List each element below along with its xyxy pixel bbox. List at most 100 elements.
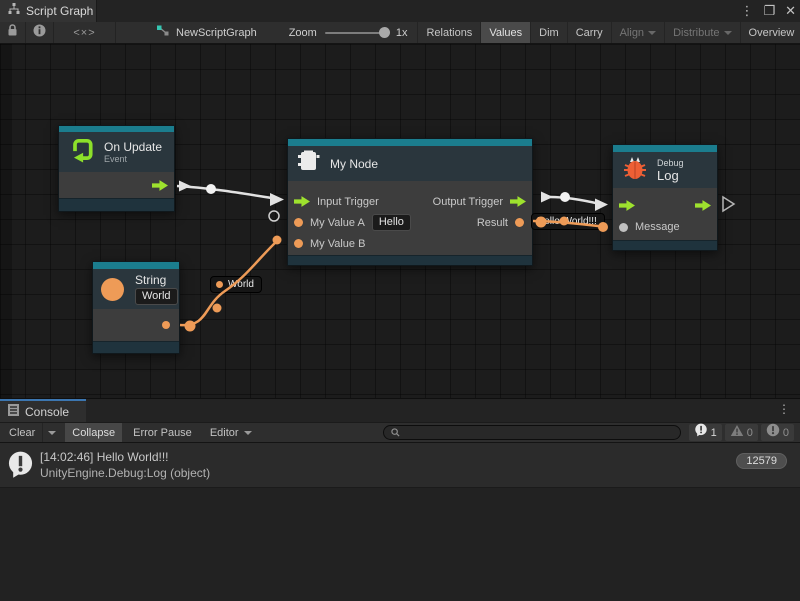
info-count-toggle[interactable]: 1 [689,424,722,441]
values-button[interactable]: Values [480,22,530,44]
node-on-update-event[interactable]: On Update Event [58,125,175,212]
console-panel: Console ⋮ Clear Collapse Error Pause Edi… [0,398,800,600]
port-label: Output Trigger [433,196,503,208]
value-b-port[interactable] [294,239,303,248]
log-message-icon [0,451,40,479]
zoom-control: Zoom 1x [289,27,408,39]
message-port[interactable] [619,223,628,232]
string-value-field[interactable]: World [135,288,178,305]
tab-console[interactable]: Console [0,401,86,422]
search-icon [391,424,400,442]
collapse-button[interactable]: Collapse [65,423,122,442]
graph-reference-button[interactable]: NewScriptGraph [156,24,257,42]
node-footer [613,240,717,250]
info-button[interactable] [26,22,54,44]
script-graph-asset-icon [156,24,170,42]
title-bar: Script Graph ⋮ ❐ ✕ [0,0,800,22]
zoom-slider[interactable] [325,32,387,34]
distribute-dropdown[interactable]: Distribute [664,22,739,44]
console-empty-area[interactable] [0,488,800,601]
string-output-port[interactable] [162,321,170,329]
output-trigger-port[interactable] [510,196,526,207]
overview-button[interactable]: Overview [740,22,800,44]
zoom-slider-handle[interactable] [379,27,390,38]
input-trigger-port[interactable] [294,196,310,207]
chevron-down-icon [244,431,252,435]
console-menu-icon[interactable]: ⋮ [778,402,790,416]
wire-endpoint [273,236,282,245]
node-category: Debug [657,158,684,168]
chevron-down-icon [48,431,56,435]
debug-output-trigger-port[interactable] [695,200,711,211]
port-label: My Value B [310,238,365,250]
warning-icon [730,424,744,442]
zoom-label: Zoom [289,27,317,39]
node-debug-log[interactable]: Debug Log Message [612,144,718,251]
unconnected-flow-marker [723,197,734,211]
node-subtitle: Event [104,154,162,164]
trigger-output-port[interactable] [152,180,168,191]
flow-droplet [185,321,196,332]
port-label: My Value A [310,217,365,229]
error-count-toggle[interactable]: 0 [761,424,794,441]
error-pause-button[interactable]: Error Pause [126,423,199,442]
clear-button[interactable]: Clear [2,423,42,442]
carry-button[interactable]: Carry [567,22,611,44]
node-title: My Node [330,157,378,171]
value-a-field[interactable]: Hello [372,214,411,231]
value-a-port[interactable] [294,218,303,227]
align-dropdown[interactable]: Align [611,22,664,44]
port-label: Message [635,221,680,233]
editor-dropdown[interactable]: Editor [203,423,259,442]
debug-input-trigger-port[interactable] [619,200,635,211]
warning-count-toggle[interactable]: 0 [725,424,758,441]
search-input[interactable] [404,427,673,438]
wire-arrowhead [270,193,284,206]
flow-droplet-icon [216,281,223,288]
info-message-icon [694,423,708,442]
node-header[interactable]: Debug Log [613,152,717,188]
close-icon[interactable]: ✕ [785,3,796,19]
node-accent-bar [613,145,717,152]
result-port[interactable] [515,218,524,227]
node-string-literal[interactable]: String World [92,261,180,354]
console-list-icon [8,403,19,421]
view-source-button[interactable]: <×> [54,22,116,44]
update-loop-icon [68,137,95,168]
relations-button[interactable]: Relations [417,22,480,44]
window-menu-icon[interactable]: ⋮ [740,3,753,19]
node-header[interactable]: On Update Event [59,132,174,172]
port-label: Result [477,217,508,229]
maximize-icon[interactable]: ❐ [763,3,775,19]
node-header[interactable]: String World [93,269,179,309]
lock-icon [7,24,18,42]
dim-button[interactable]: Dim [530,22,567,44]
unconnected-port-marker [269,211,279,221]
unity-script-graph-window: Script Graph ⋮ ❐ ✕ <×> NewScriptGraph [0,0,800,600]
node-body: Message [613,188,717,240]
flow-droplet [213,304,222,313]
graph-canvas[interactable]: On Update Event My Node [0,44,800,398]
node-body [59,172,174,198]
wire-value-bubble-hello-world: Hello World!!! [531,213,605,230]
chevron-down-icon [648,31,656,35]
wire-arrowhead [595,199,608,212]
node-my-node[interactable]: My Node Input Trigger Output Trigger [287,138,533,266]
error-icon [766,423,780,442]
custom-unit-icon [297,150,321,177]
string-type-icon [101,278,124,301]
console-search[interactable] [383,425,681,440]
flow-dot [206,184,216,194]
graph-hierarchy-icon [8,2,20,20]
lock-button[interactable] [0,22,26,44]
node-footer [288,255,532,265]
info-icon [33,24,46,42]
wire-value-bubble-world: World [210,276,262,293]
bug-icon [622,154,648,186]
tab-script-graph[interactable]: Script Graph [0,0,97,22]
log-entry[interactable]: [14:02:46] Hello World!!! UnityEngine.De… [0,443,800,488]
clear-dropdown[interactable] [42,423,61,442]
node-header[interactable]: My Node [288,146,532,181]
node-footer [59,198,174,211]
port-label: Input Trigger [317,196,379,208]
